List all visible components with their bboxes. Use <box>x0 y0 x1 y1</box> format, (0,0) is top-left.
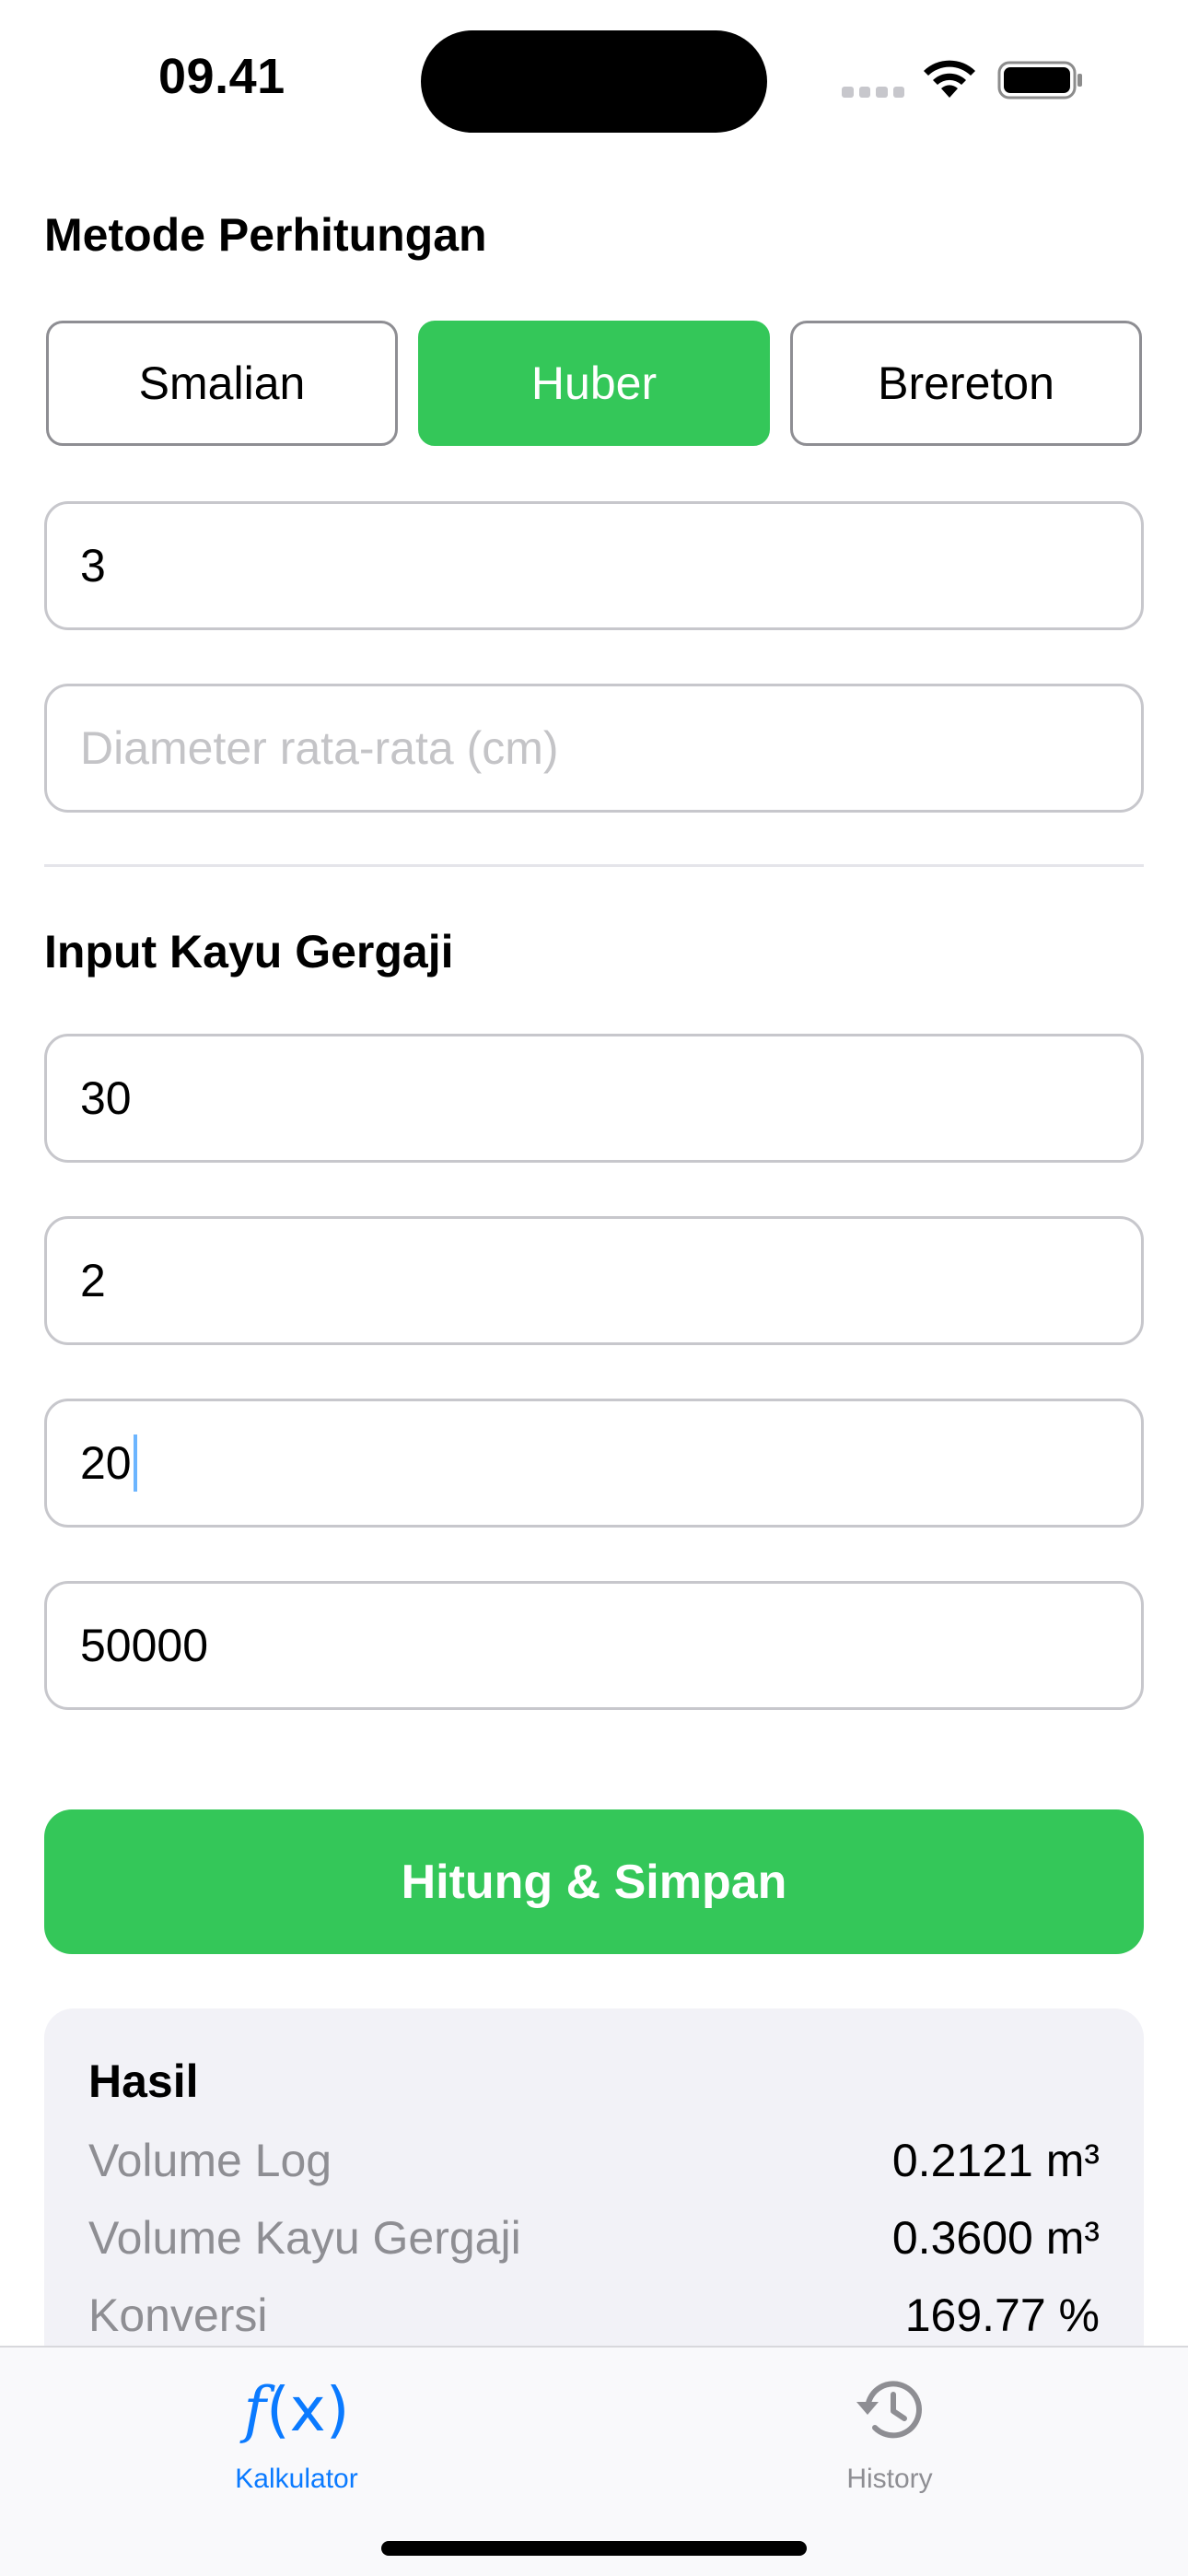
sawn-length-value: 30 <box>80 1072 132 1124</box>
sawn-thickness-value: 2 <box>80 1255 106 1306</box>
result-label: Konversi <box>88 2289 268 2341</box>
tab-kalkulator[interactable]: f (x) Kalkulator <box>186 2368 407 2506</box>
tab-history[interactable]: History <box>779 2368 1000 2506</box>
tab-history-label: History <box>846 2464 933 2494</box>
price-input[interactable]: 50000 <box>44 1581 1144 1710</box>
diameter-input-placeholder: Diameter rata-rata (cm) <box>80 722 559 774</box>
result-value: 0.2121 m³ <box>891 2135 1100 2186</box>
cellular-signal-icon <box>842 87 904 100</box>
price-value: 50000 <box>80 1620 209 1671</box>
result-label: Volume Kayu Gergaji <box>88 2212 521 2264</box>
wifi-icon <box>924 60 975 98</box>
length-input-value: 3 <box>80 540 106 591</box>
function-icon: f (x) <box>243 2373 350 2445</box>
segment-smalian[interactable]: Smalian <box>46 321 398 446</box>
sawn-length-input[interactable]: 30 <box>44 1034 1144 1163</box>
segment-brereton[interactable]: Brereton <box>790 321 1142 446</box>
tab-kalkulator-label: Kalkulator <box>235 2464 358 2494</box>
result-value: 169.77 % <box>904 2289 1100 2341</box>
history-clock-icon <box>851 2368 928 2451</box>
length-input[interactable]: 3 <box>44 501 1144 630</box>
result-value: 0.3600 m³ <box>891 2212 1100 2264</box>
segment-huber[interactable]: Huber <box>418 321 770 446</box>
battery-icon <box>997 61 1082 100</box>
home-indicator <box>381 2541 807 2556</box>
sawn-width-input[interactable]: 20 <box>44 1399 1144 1528</box>
method-section-title: Metode Perhitungan <box>44 209 487 261</box>
result-row-log-volume: Volume Log 0.2121 m³ <box>88 2134 1100 2187</box>
dynamic-island <box>421 30 767 133</box>
result-row-conversion: Konversi 169.77 % <box>88 2289 1100 2342</box>
result-title: Hasil <box>88 2055 199 2107</box>
sawn-width-value: 20 <box>80 1437 132 1489</box>
sawn-thickness-input[interactable]: 2 <box>44 1216 1144 1345</box>
result-label: Volume Log <box>88 2135 332 2186</box>
text-caret <box>133 1434 137 1492</box>
sawn-wood-section-title: Input Kayu Gergaji <box>44 926 454 978</box>
section-divider <box>44 864 1144 867</box>
result-row-sawn-volume: Volume Kayu Gergaji 0.3600 m³ <box>88 2211 1100 2265</box>
calculate-save-button[interactable]: Hitung & Simpan <box>44 1809 1144 1954</box>
status-time: 09.41 <box>158 49 285 104</box>
diameter-input[interactable]: Diameter rata-rata (cm) <box>44 684 1144 813</box>
